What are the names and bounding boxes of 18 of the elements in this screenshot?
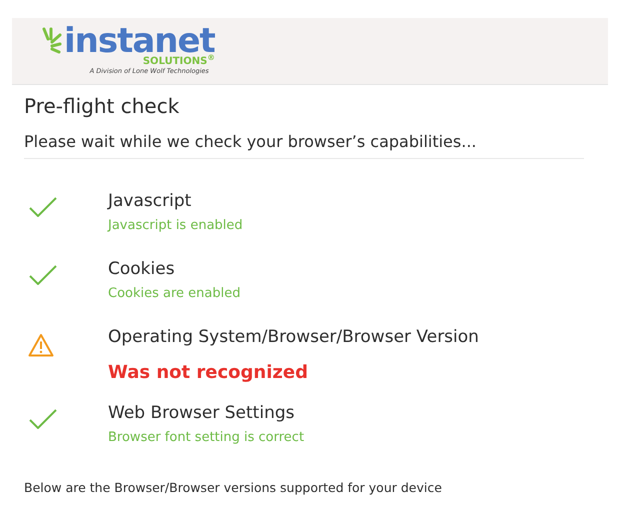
checkmark-icon: [28, 197, 58, 217]
footer-note: Below are the Browser/Browser versions supported for your device: [24, 479, 443, 497]
leaf-icon: [42, 27, 62, 55]
check-status: Javascript is enabled: [108, 217, 243, 235]
warning-icon: [28, 333, 54, 357]
checkmark-icon: [28, 265, 58, 285]
check-name: Operating System/Browser/Browser Version: [108, 326, 479, 349]
check-status: Was not recognized: [108, 361, 309, 385]
check-name: Javascript: [108, 190, 192, 213]
check-name: Web Browser Settings: [108, 402, 296, 425]
check-name: Cookies: [108, 258, 176, 281]
checkmark-icon: [28, 409, 58, 429]
page-title: Pre-flight check: [24, 93, 180, 119]
check-status: Browser font setting is correct: [108, 429, 304, 447]
check-status: Cookies are enabled: [108, 285, 241, 303]
logo-wordmark: instanet: [64, 26, 215, 56]
logo-suffix: SOLUTIONS$^{®}$: [142, 56, 215, 67]
page-subtitle: Please wait while we check your browser’s capabilities...: [24, 131, 584, 159]
